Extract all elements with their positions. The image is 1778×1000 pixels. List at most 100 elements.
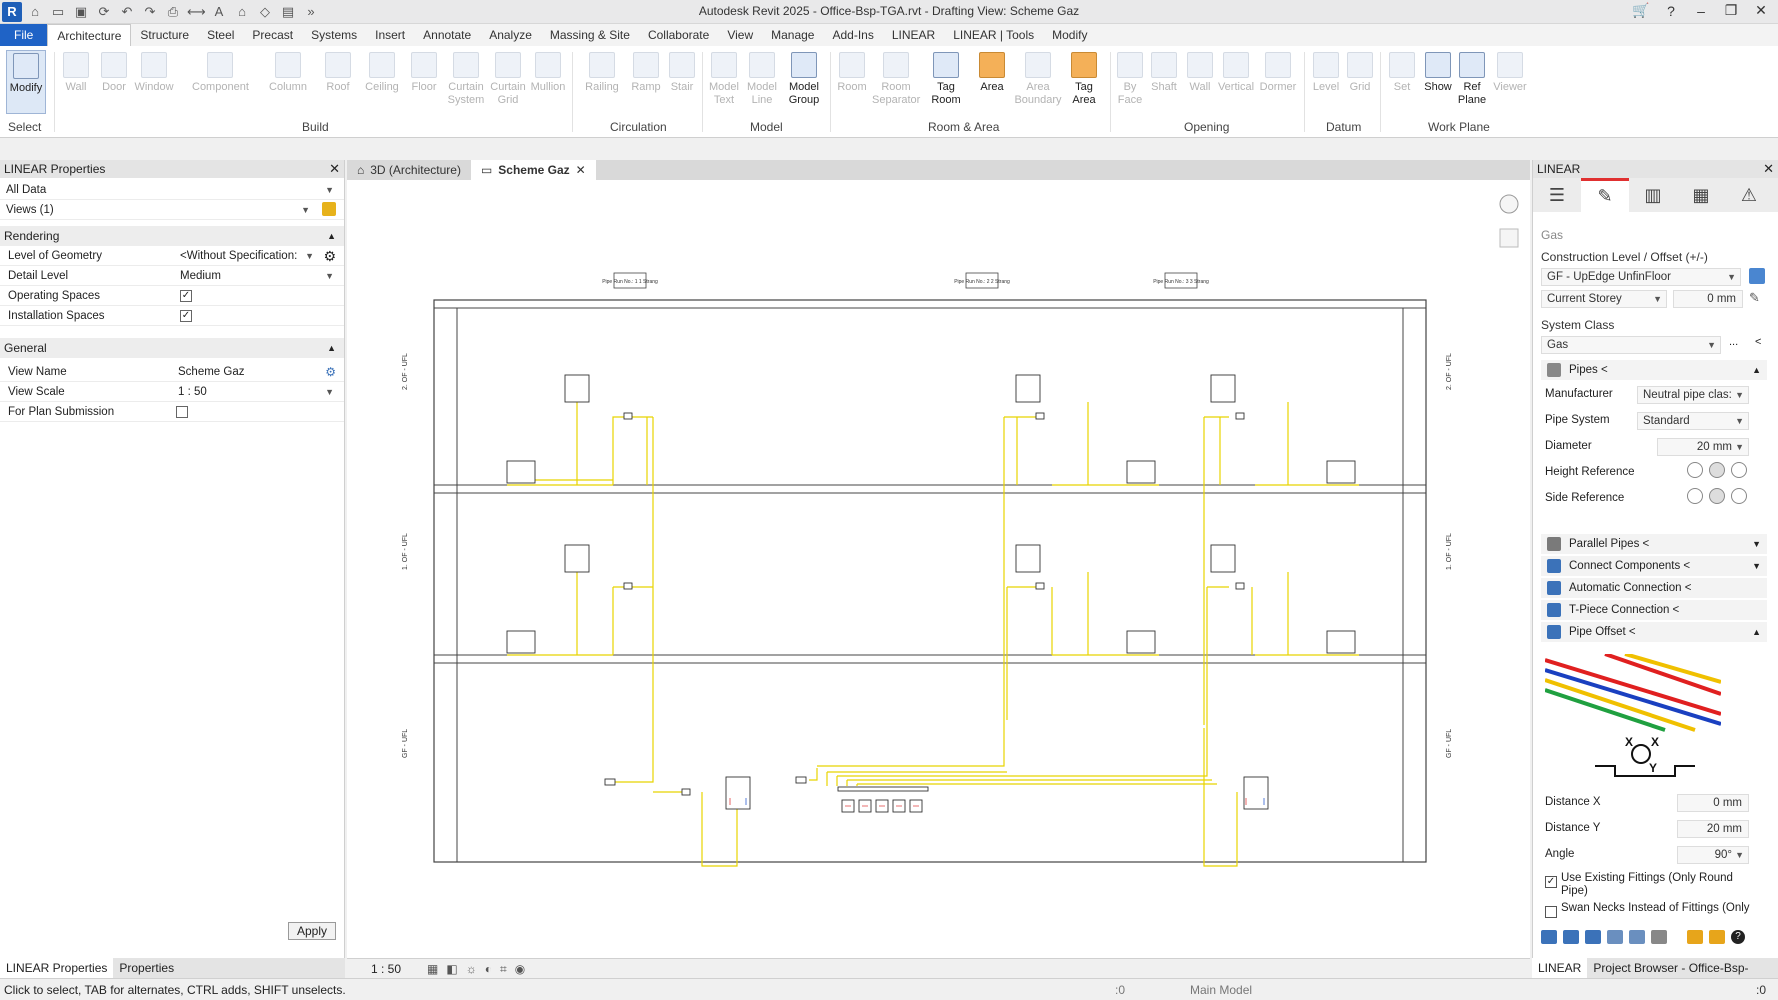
- ceiling-button[interactable]: Ceiling: [362, 50, 402, 94]
- general-section[interactable]: General ▲: [0, 338, 344, 358]
- hide-isolate-icon[interactable]: ◉: [515, 959, 525, 979]
- automatic-connection-section[interactable]: Automatic Connection <: [1541, 578, 1767, 598]
- worksets-count[interactable]: :0: [1115, 979, 1125, 1000]
- cart-icon[interactable]: 🛒: [1632, 2, 1650, 19]
- roof-button[interactable]: Roof: [318, 50, 358, 94]
- t-piece-connection-section[interactable]: T-Piece Connection <: [1541, 600, 1767, 620]
- area-button[interactable]: Area: [972, 50, 1012, 94]
- tool-icon[interactable]: [1629, 930, 1645, 944]
- edit-icon[interactable]: ✎: [1581, 178, 1629, 212]
- door-button[interactable]: Door: [94, 50, 134, 94]
- tab-view[interactable]: View: [718, 24, 762, 46]
- tab-linear-properties[interactable]: LINEAR Properties: [0, 958, 114, 978]
- tool-icon[interactable]: [1687, 930, 1703, 944]
- manufacturer-dropdown[interactable]: Neutral pipe clas: ▼: [1637, 386, 1749, 404]
- stove-unit[interactable]: [1326, 460, 1356, 484]
- save-icon[interactable]: ▣: [72, 3, 90, 21]
- angle-dropdown[interactable]: 90° ▼: [1677, 846, 1749, 864]
- default-3d-icon[interactable]: ⌂: [233, 3, 251, 21]
- railing-button[interactable]: Railing: [582, 50, 622, 94]
- close-icon[interactable]: ✕: [576, 160, 586, 180]
- valve[interactable]: [1235, 412, 1245, 420]
- model-group-button[interactable]: Model Group: [784, 50, 824, 107]
- sections-icon[interactable]: ◇: [256, 3, 274, 21]
- operating-spaces-checkbox[interactable]: ✓: [180, 290, 192, 302]
- thin-lines-icon[interactable]: ▤: [279, 3, 297, 21]
- view-name-row[interactable]: View Name Scheme Gaz ⚙: [0, 362, 344, 382]
- wall-button[interactable]: Wall: [56, 50, 96, 94]
- tag-area-button[interactable]: Tag Area: [1064, 50, 1104, 107]
- more-icon[interactable]: ...: [1729, 336, 1738, 348]
- tool-icon[interactable]: [1607, 930, 1623, 944]
- tab-analyze[interactable]: Analyze: [480, 24, 541, 46]
- redo-icon[interactable]: ↷: [141, 3, 159, 21]
- crop-icon[interactable]: ⌗: [500, 959, 507, 979]
- height-bottom-icon[interactable]: [1731, 462, 1747, 478]
- tab-systems[interactable]: Systems: [302, 24, 366, 46]
- distance-x-input[interactable]: 0 mm: [1677, 794, 1749, 812]
- window-button[interactable]: Window: [134, 50, 174, 94]
- tab-project-browser[interactable]: Project Browser - Office-Bsp-TGA.rvt: [1587, 958, 1778, 995]
- use-fittings-checkbox[interactable]: ✓: [1545, 876, 1557, 888]
- floor-button[interactable]: Floor: [404, 50, 444, 94]
- apply-button[interactable]: Apply: [287, 922, 336, 940]
- sync-icon[interactable]: ⟳: [95, 3, 113, 21]
- modify-button[interactable]: Modify: [6, 50, 46, 114]
- diameter-dropdown[interactable]: 20 mm ▼: [1657, 438, 1749, 456]
- view-scale-row[interactable]: View Scale 1 : 50 ▼: [0, 382, 344, 402]
- valve[interactable]: [623, 412, 633, 420]
- system-class-dropdown[interactable]: Gas ▼: [1541, 336, 1721, 354]
- viewer-button[interactable]: Viewer: [1490, 50, 1530, 94]
- text-icon[interactable]: A: [210, 3, 228, 21]
- close-icon[interactable]: ✕: [1752, 2, 1770, 19]
- print-icon[interactable]: ⎙: [164, 3, 182, 21]
- side-center-icon[interactable]: [1709, 488, 1725, 504]
- tab-annotate[interactable]: Annotate: [414, 24, 480, 46]
- stove-unit[interactable]: [1126, 460, 1156, 484]
- close-icon[interactable]: ✕: [1763, 160, 1774, 178]
- tab-structure[interactable]: Structure: [131, 24, 198, 46]
- level-of-geometry-row[interactable]: Level of Geometry <Without Specification:…: [0, 246, 344, 266]
- room-area-panel-label[interactable]: Room & Area: [928, 120, 999, 134]
- more-icon[interactable]: »: [302, 3, 320, 21]
- tab-scheme-gaz[interactable]: ▭ Scheme Gaz ✕: [470, 160, 596, 180]
- dormer-button[interactable]: Dormer: [1258, 50, 1298, 94]
- tool-icon[interactable]: [1651, 930, 1667, 944]
- connect-components-section[interactable]: Connect Components < ▼: [1541, 556, 1767, 576]
- pick-icon[interactable]: ✎: [1749, 290, 1760, 306]
- pipe-segment[interactable]: [1203, 728, 1238, 867]
- tab-modify[interactable]: Modify: [1043, 24, 1096, 46]
- select-panel-label[interactable]: Select: [8, 120, 41, 134]
- warning-icon[interactable]: ⚠: [1725, 178, 1773, 212]
- valve[interactable]: [1035, 582, 1045, 590]
- menu-icon[interactable]: ☰: [1533, 178, 1581, 212]
- measure-icon[interactable]: ⟷: [187, 3, 206, 21]
- tab-properties[interactable]: Properties: [113, 958, 180, 978]
- gas-heater-unit[interactable]: [725, 776, 751, 810]
- tab-precast[interactable]: Precast: [243, 24, 302, 46]
- steering-wheel-icon[interactable]: [1499, 194, 1519, 214]
- tab-add-ins[interactable]: Add-Ins: [823, 24, 882, 46]
- plan-submission-checkbox[interactable]: [176, 406, 188, 418]
- tab-collaborate[interactable]: Collaborate: [639, 24, 718, 46]
- ramp-button[interactable]: Ramp: [626, 50, 666, 94]
- side-right-icon[interactable]: [1731, 488, 1747, 504]
- filter-count[interactable]: :0: [1756, 979, 1766, 1000]
- restore-icon[interactable]: ❐: [1722, 2, 1740, 19]
- pipe-offset-section[interactable]: Pipe Offset < ▲: [1541, 622, 1767, 642]
- close-icon[interactable]: ✕: [329, 160, 340, 178]
- home-icon[interactable]: ⌂: [26, 3, 44, 21]
- sun-path-icon[interactable]: ☼: [466, 959, 477, 979]
- pipe-segment[interactable]: [826, 772, 858, 786]
- offset-input[interactable]: 0 mm: [1673, 290, 1743, 308]
- construction-level-dropdown[interactable]: GF - UpEdge UnfinFloor ▼: [1541, 268, 1741, 286]
- pipes-section[interactable]: Pipes < ▲: [1541, 360, 1767, 380]
- grid-button[interactable]: Grid: [1340, 50, 1380, 94]
- tab-massing-site[interactable]: Massing & Site: [541, 24, 639, 46]
- curtain-grid-button[interactable]: Curtain Grid: [488, 50, 528, 107]
- column-button[interactable]: Column: [268, 50, 308, 94]
- link-icon[interactable]: ⚙: [325, 362, 336, 382]
- shaft-button[interactable]: Shaft: [1144, 50, 1184, 94]
- stove-unit[interactable]: [1126, 630, 1156, 654]
- height-top-icon[interactable]: [1687, 462, 1703, 478]
